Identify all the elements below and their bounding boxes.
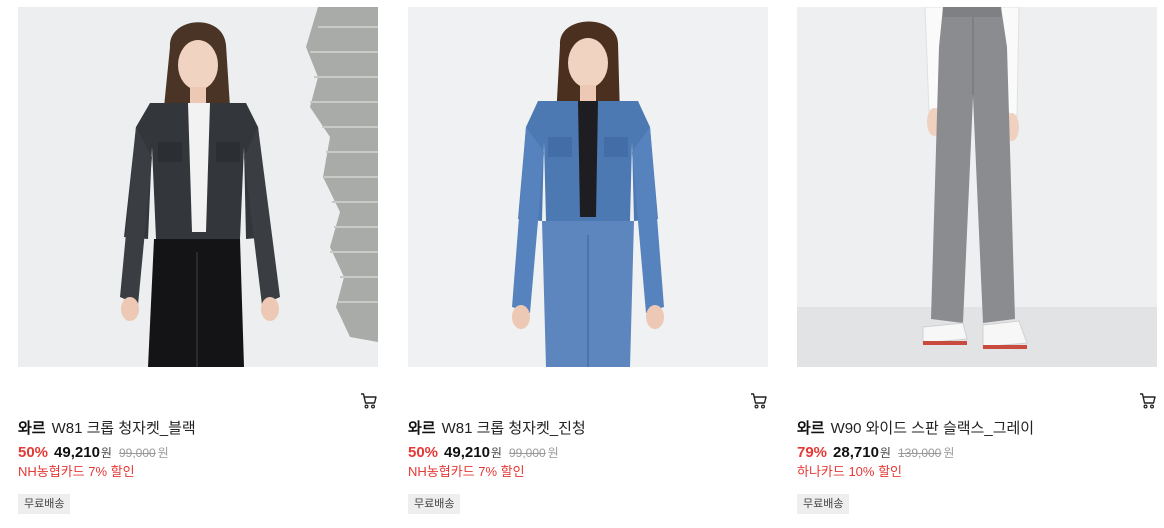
brand-name: 와르 [408, 420, 436, 437]
product-image-blue-denim-jacket[interactable] [408, 7, 768, 367]
card-discount-promo: 하나카드 10% 할인 [797, 464, 903, 479]
brand-name: 와르 [18, 420, 46, 437]
currency-label: 원 [100, 446, 112, 460]
discount-rate: 79% [797, 444, 828, 461]
product-name: W90 와이드 스판 슬랙스_그레이 [830, 420, 1035, 437]
price-row: 50% 49,210원 99,000 원 [18, 444, 169, 462]
product-card[interactable]: 와르 W81 크롭 청자켓_진청 50% 49,210원 99,000 원 NH농협카드… [408, 7, 770, 521]
product-title[interactable]: 와르 W81 크롭 청자켓_진청 [408, 419, 586, 439]
free-shipping-badge: 무료배송 [18, 494, 71, 514]
card-discount-promo: NH농협카드 7% 할인 [18, 464, 135, 479]
sale-price: 49,210 [444, 444, 490, 461]
original-price: 139,000 [897, 446, 942, 460]
product-card[interactable]: 와르 W90 와이드 스판 슬랙스_그레이 79% 28,710원 139,000 원 … [797, 7, 1159, 521]
currency-label: 원 [879, 446, 891, 460]
cart-icon[interactable] [1139, 392, 1157, 410]
free-shipping-badge: 무료배송 [797, 494, 850, 514]
discount-rate: 50% [18, 444, 49, 461]
cart-icon[interactable] [360, 392, 378, 410]
original-currency-label: 원 [157, 446, 169, 460]
product-title[interactable]: 와르 W90 와이드 스판 슬랙스_그레이 [797, 419, 1034, 439]
sale-price: 28,710 [833, 444, 879, 461]
product-grid: 와르 W81 크롭 청자켓_블랙 50% 49,210원 99,000 원 NH농협카드… [0, 0, 1164, 528]
discount-rate: 50% [408, 444, 439, 461]
brand-name: 와르 [797, 420, 825, 437]
original-currency-label: 원 [547, 446, 559, 460]
original-price: 99,000 [118, 446, 156, 460]
product-image-grey-wide-slacks[interactable] [797, 7, 1157, 367]
currency-label: 원 [490, 446, 502, 460]
product-name: W81 크롭 청자켓_진청 [441, 420, 586, 437]
original-price: 99,000 [508, 446, 546, 460]
product-card[interactable]: 와르 W81 크롭 청자켓_블랙 50% 49,210원 99,000 원 NH농협카드… [18, 7, 380, 521]
card-discount-promo: NH농협카드 7% 할인 [408, 464, 525, 479]
original-currency-label: 원 [943, 446, 955, 460]
product-name: W81 크롭 청자켓_블랙 [51, 420, 196, 437]
free-shipping-badge: 무료배송 [408, 494, 461, 514]
sale-price: 49,210 [54, 444, 100, 461]
product-image-black-denim-jacket[interactable] [18, 7, 378, 367]
product-title[interactable]: 와르 W81 크롭 청자켓_블랙 [18, 419, 196, 439]
price-row: 79% 28,710원 139,000 원 [797, 444, 954, 462]
cart-icon[interactable] [750, 392, 768, 410]
price-row: 50% 49,210원 99,000 원 [408, 444, 559, 462]
